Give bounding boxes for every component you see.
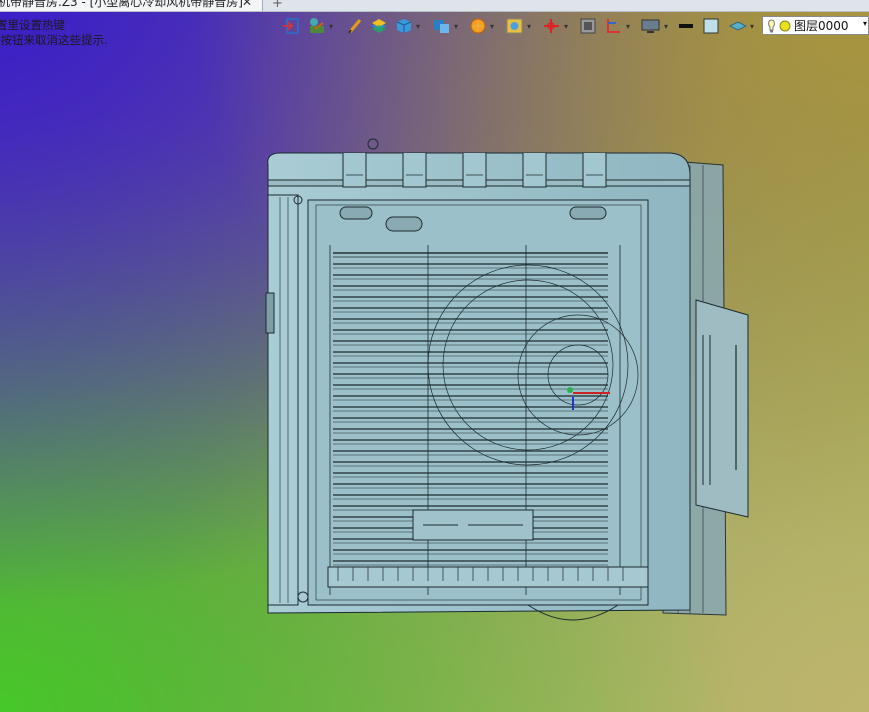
new-tab-button[interactable]: + bbox=[272, 0, 283, 11]
section-view-button[interactable] bbox=[579, 14, 597, 38]
render-button[interactable]: ▾ bbox=[468, 14, 494, 38]
blend-dropdown-icon[interactable]: ▾ bbox=[329, 22, 333, 31]
dimension-dropdown-icon[interactable]: ▾ bbox=[626, 22, 630, 31]
triad-dropdown-icon[interactable]: ▾ bbox=[564, 22, 568, 31]
line-style-button[interactable] bbox=[677, 14, 695, 38]
render-dropdown-icon[interactable]: ▾ bbox=[490, 22, 494, 31]
cad-model-viewport[interactable] bbox=[258, 135, 758, 635]
layers-stack-icon bbox=[372, 19, 386, 33]
layer-color-icon bbox=[779, 20, 791, 31]
blend-button[interactable]: ▾ bbox=[307, 14, 333, 38]
layer-select[interactable]: 图层0000 ▾ bbox=[762, 16, 869, 35]
target-view-button[interactable]: ▾ bbox=[505, 14, 531, 38]
color-button[interactable] bbox=[702, 14, 720, 38]
triad-icon bbox=[544, 19, 559, 33]
dimension-icon bbox=[607, 19, 620, 33]
close-icon[interactable]: ✕ bbox=[242, 0, 252, 9]
display-dropdown-icon[interactable]: ▾ bbox=[664, 22, 668, 31]
dimension-button[interactable]: ▾ bbox=[604, 14, 630, 38]
cube-dropdown-icon[interactable]: ▾ bbox=[416, 22, 420, 31]
line-style-icon bbox=[679, 24, 693, 28]
cube-button[interactable]: ▾ bbox=[394, 14, 420, 38]
layer-name: 图层0000 bbox=[794, 19, 849, 33]
view-cube-button[interactable]: ▾ bbox=[432, 14, 458, 38]
layer-plane-button[interactable]: ▾ bbox=[728, 14, 754, 38]
triad-button[interactable]: ▾ bbox=[542, 14, 568, 38]
pencil-button[interactable] bbox=[347, 14, 363, 38]
target-view-icon bbox=[506, 18, 523, 34]
layer-plane-icon bbox=[728, 21, 748, 31]
hint-line-1: 置里设置热键 bbox=[0, 18, 65, 32]
target-view-dropdown-icon[interactable]: ▾ bbox=[527, 22, 531, 31]
fan-housing-model bbox=[265, 138, 727, 616]
layers-stack-button[interactable] bbox=[370, 14, 388, 38]
layer-plane-dropdown-icon[interactable]: ▾ bbox=[750, 22, 754, 31]
hint-text: 置里设置热键 (按钮来取消这些提示. bbox=[0, 18, 108, 48]
view-cube-dropdown-icon[interactable]: ▾ bbox=[454, 22, 458, 31]
blend-icon bbox=[310, 18, 324, 33]
view-cube-icon bbox=[434, 20, 449, 33]
exit-sketch-button[interactable] bbox=[282, 14, 300, 38]
document-tab-bar: 机带静音房.Z3 - [小型离心冷却风机带静音房] ✕ + bbox=[0, 0, 869, 12]
section-view-icon bbox=[580, 18, 596, 34]
pencil-icon bbox=[348, 19, 362, 34]
color-square-icon bbox=[703, 18, 719, 34]
document-tab[interactable]: 机带静音房.Z3 - [小型离心冷却风机带静音房] ✕ bbox=[0, 0, 263, 11]
sun-render-icon bbox=[470, 18, 486, 34]
monitor-display-icon bbox=[641, 19, 660, 33]
chevron-down-icon[interactable]: ▾ bbox=[863, 19, 867, 28]
document-tab-title: 机带静音房.Z3 - [小型离心冷却风机带静音房] bbox=[0, 0, 243, 9]
display-button[interactable]: ▾ bbox=[640, 14, 668, 38]
lightbulb-icon bbox=[768, 18, 775, 32]
hint-line-2: (按钮来取消这些提示. bbox=[0, 33, 108, 47]
exit-sketch-icon bbox=[283, 18, 299, 34]
cube-icon bbox=[396, 19, 412, 33]
